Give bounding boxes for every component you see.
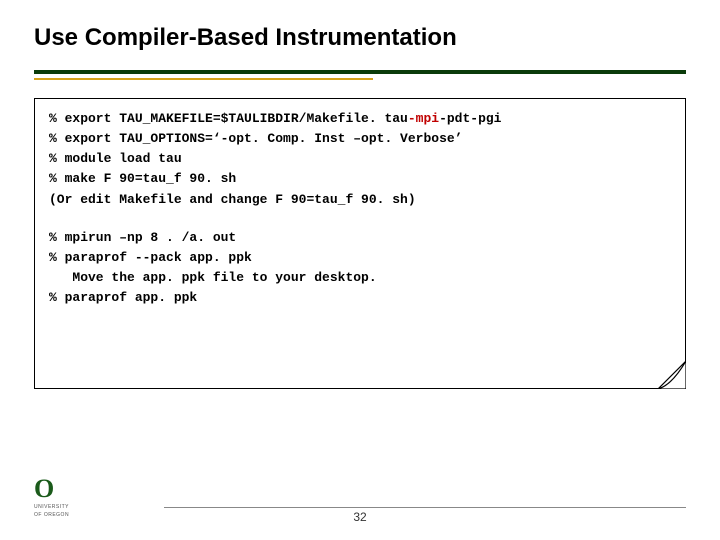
code-text: -pdt-pgi <box>439 111 501 126</box>
code-line: % paraprof app. ppk <box>49 288 671 308</box>
logo-mark: O <box>34 476 54 502</box>
spacer <box>49 210 671 228</box>
rule-dark <box>34 70 686 74</box>
code-highlight-mpi: -mpi <box>408 111 439 126</box>
slide-title: Use Compiler-Based Instrumentation <box>34 24 686 52</box>
code-line: (Or edit Makefile and change F 90=tau_f … <box>49 190 671 210</box>
code-line: % export TAU_OPTIONS=‘-opt. Comp. Inst –… <box>49 129 671 149</box>
rule-gold <box>34 78 373 80</box>
code-text: % export TAU_MAKEFILE=$TAULIBDIR/Makefil… <box>49 111 408 126</box>
code-line: % paraprof --pack app. ppk <box>49 248 671 268</box>
page-number: 32 <box>34 510 686 524</box>
code-line: % make F 90=tau_f 90. sh <box>49 169 671 189</box>
footer-rule <box>164 507 686 508</box>
page-curl-icon <box>658 361 686 389</box>
footer: 32 <box>34 507 686 524</box>
slide: Use Compiler-Based Instrumentation % exp… <box>0 0 720 540</box>
title-rules <box>34 70 686 80</box>
code-line: % module load tau <box>49 149 671 169</box>
code-line: Move the app. ppk file to your desktop. <box>49 268 671 288</box>
code-box: % export TAU_MAKEFILE=$TAULIBDIR/Makefil… <box>34 98 686 389</box>
code-line: % mpirun –np 8 . /a. out <box>49 228 671 248</box>
code-line: % export TAU_MAKEFILE=$TAULIBDIR/Makefil… <box>49 109 671 129</box>
